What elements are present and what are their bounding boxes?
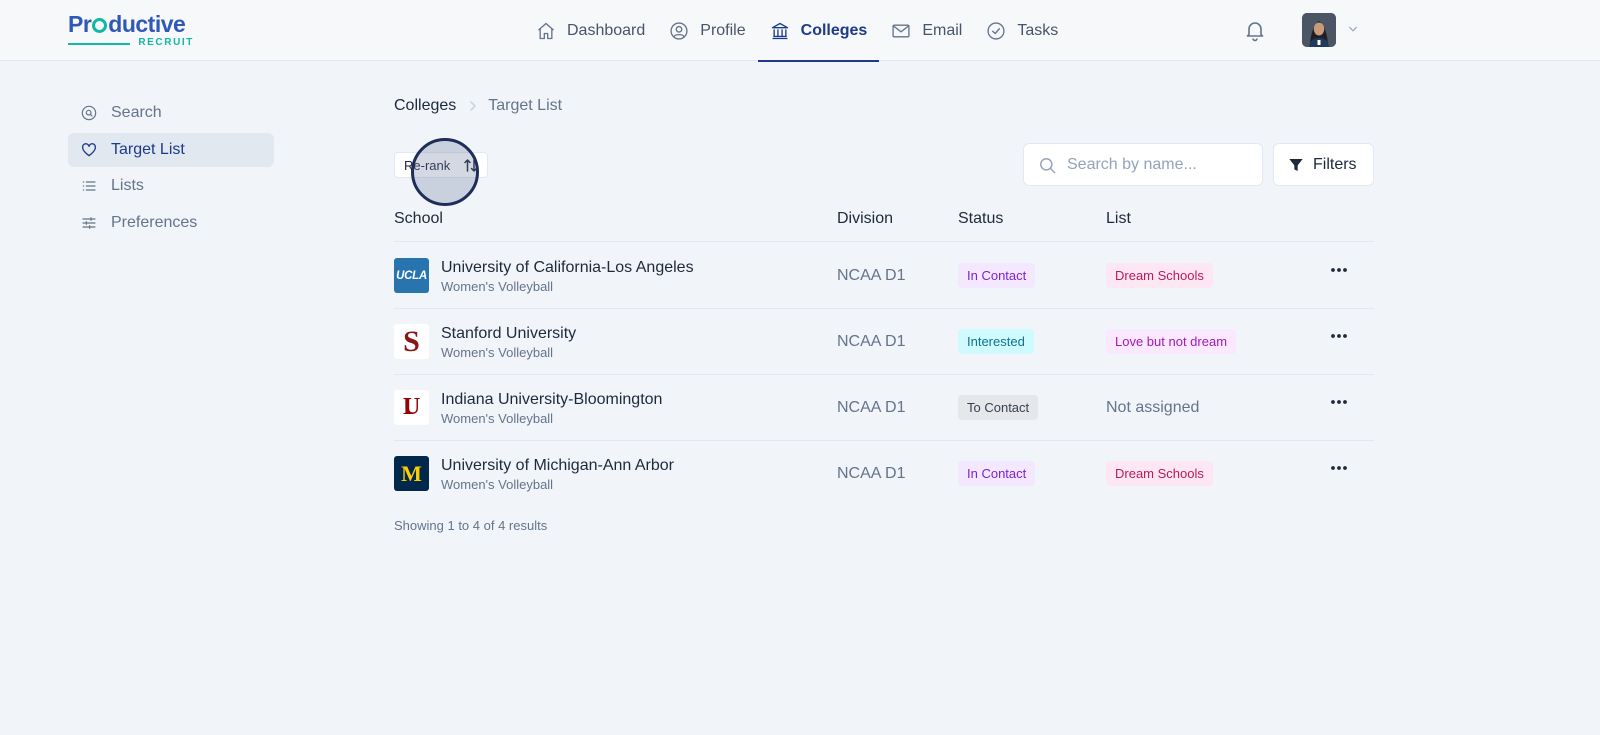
nav-dashboard[interactable]: Dashboard xyxy=(524,0,657,61)
list-not-assigned[interactable]: Not assigned xyxy=(1106,399,1199,417)
stanford-logo-text: S xyxy=(403,324,420,358)
more-options-icon[interactable] xyxy=(1328,329,1350,343)
column-division: Division xyxy=(837,210,894,227)
funnel-icon xyxy=(1289,158,1303,171)
sidebar-item-preferences[interactable]: Preferences xyxy=(68,206,274,240)
logo-ring-icon xyxy=(92,18,108,33)
status-badge[interactable]: In Contact xyxy=(958,461,1036,486)
school-sport: Women's Volleyball xyxy=(441,477,554,492)
results-count: Showing 1 to 4 of 4 results xyxy=(394,518,548,533)
school-logo-indiana: IU xyxy=(394,390,429,425)
breadcrumb-colleges[interactable]: Colleges xyxy=(394,97,456,115)
division-value: NCAA D1 xyxy=(837,333,906,350)
school-sport: Women's Volleyball xyxy=(441,279,554,294)
nav-profile-label: Profile xyxy=(700,21,746,39)
breadcrumb: Colleges Target List xyxy=(394,96,562,116)
logo-tagline: RECRUIT xyxy=(138,37,194,48)
sort-arrows-icon xyxy=(464,159,478,172)
filters-label: Filters xyxy=(1313,155,1357,173)
nav-email-label: Email xyxy=(922,21,963,39)
nav-tasks-label: Tasks xyxy=(1017,21,1059,39)
list-badge[interactable]: Dream Schools xyxy=(1106,461,1213,486)
sidebar-item-label: Search xyxy=(111,104,162,121)
productive-recruit-logo[interactable]: Pr ductive RECRUIT xyxy=(68,12,194,48)
table-row[interactable]: UCLA University of California-Los Angele… xyxy=(394,243,1374,309)
heart-icon xyxy=(81,142,97,156)
more-options-icon[interactable] xyxy=(1328,395,1350,409)
logo-text-end: ductive xyxy=(108,11,186,37)
chevron-right-icon xyxy=(470,101,477,111)
search-icon xyxy=(1040,158,1056,174)
avatar[interactable] xyxy=(1302,13,1336,47)
division-value: NCAA D1 xyxy=(837,399,906,416)
status-badge[interactable]: To Contact xyxy=(958,395,1039,420)
ucla-logo-text: UCLA xyxy=(396,269,427,282)
table-row[interactable]: IU Indiana University-Bloomington Women'… xyxy=(394,375,1374,441)
sidebar-item-label: Target List xyxy=(111,140,185,158)
column-status: Status xyxy=(958,210,1004,227)
more-options-icon[interactable] xyxy=(1328,263,1350,277)
list-icon xyxy=(82,181,96,191)
search-input[interactable] xyxy=(1067,144,1257,185)
column-list: List xyxy=(1106,210,1131,227)
sidebar-item-search[interactable]: Search xyxy=(68,96,274,130)
sidebar-item-label: Preferences xyxy=(111,213,198,231)
bell-icon[interactable] xyxy=(1243,18,1267,42)
school-name[interactable]: Indiana University-Bloomington xyxy=(441,391,662,409)
more-options-icon[interactable] xyxy=(1328,461,1350,475)
school-name[interactable]: Stanford University xyxy=(441,325,576,343)
top-navbar: Pr ductive RECRUIT Dashboard Profile Coll… xyxy=(0,0,1600,62)
table-row[interactable]: M University of Michigan-Ann Arbor Women… xyxy=(394,441,1374,507)
table-row[interactable]: S Stanford University Women's Volleyball… xyxy=(394,309,1374,375)
michigan-logo-text: M xyxy=(401,460,422,486)
rerank-button[interactable]: Re-rank xyxy=(394,152,488,178)
sidebar: Search Target List Lists Preferences xyxy=(68,96,274,242)
rerank-label: Re-rank xyxy=(404,157,451,173)
sidebar-item-label: Lists xyxy=(111,177,144,194)
division-value: NCAA D1 xyxy=(837,465,906,482)
main-nav: Dashboard Profile Colleges Email Tasks xyxy=(524,0,1070,62)
status-badge[interactable]: In Contact xyxy=(958,263,1036,288)
nav-colleges[interactable]: Colleges xyxy=(757,0,880,62)
logo-underline xyxy=(68,43,130,45)
chevron-down-icon[interactable] xyxy=(1346,22,1360,36)
list-badge[interactable]: Dream Schools xyxy=(1106,263,1213,288)
school-name[interactable]: University of Michigan-Ann Arbor xyxy=(441,457,674,475)
status-badge[interactable]: Interested xyxy=(958,329,1034,354)
school-logo-michigan: M xyxy=(394,456,429,491)
school-logo-stanford: S xyxy=(394,324,429,359)
column-school: School xyxy=(394,210,443,227)
sidebar-item-target-list[interactable]: Target List xyxy=(68,132,274,167)
nav-email[interactable]: Email xyxy=(879,0,974,61)
avatar-photo xyxy=(1302,13,1336,47)
sidebar-item-lists[interactable]: Lists xyxy=(68,169,274,203)
search-box xyxy=(1023,143,1263,186)
school-sport: Women's Volleyball xyxy=(441,411,554,426)
table-header: School Division Status List xyxy=(394,208,1374,242)
division-value: NCAA D1 xyxy=(837,267,906,284)
school-logo-ucla: UCLA xyxy=(394,258,429,293)
nav-dashboard-label: Dashboard xyxy=(567,21,646,39)
nav-tasks[interactable]: Tasks xyxy=(974,0,1070,61)
mail-icon xyxy=(892,24,910,37)
list-badge[interactable]: Love but not dream xyxy=(1106,329,1237,354)
bank-icon xyxy=(771,22,788,39)
indiana-logo-text: IU xyxy=(402,394,421,420)
school-sport: Women's Volleyball xyxy=(441,345,554,360)
check-circle-icon xyxy=(987,21,1005,40)
logo-text-start: Pr xyxy=(68,11,92,37)
nav-profile[interactable]: Profile xyxy=(657,0,757,61)
filters-button[interactable]: Filters xyxy=(1273,143,1374,186)
nav-colleges-label: Colleges xyxy=(800,21,868,39)
user-circle-icon xyxy=(670,21,688,40)
home-icon xyxy=(538,22,554,39)
sliders-icon xyxy=(82,216,96,229)
search-circle-icon xyxy=(81,105,97,121)
school-name[interactable]: University of California-Los Angeles xyxy=(441,259,694,277)
breadcrumb-current: Target List xyxy=(488,97,563,114)
